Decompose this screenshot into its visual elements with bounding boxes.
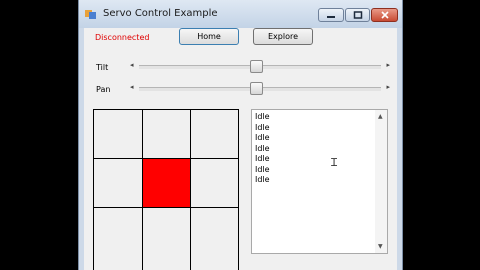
vertical-scrollbar[interactable]: ▲ ▼ [375, 110, 387, 253]
close-icon [380, 11, 389, 19]
maximize-button[interactable] [345, 8, 370, 22]
scroll-down-icon[interactable]: ▼ [378, 243, 383, 250]
grid-line [190, 109, 191, 270]
scroll-up-icon[interactable]: ▲ [378, 113, 383, 120]
app-window: Servo Control Example Disconnected Home … [78, 0, 403, 270]
scroll-right-icon[interactable]: ▸ [386, 61, 390, 69]
list-item[interactable]: Idle [255, 144, 270, 155]
list-item[interactable]: Idle [255, 123, 270, 134]
explore-button[interactable]: Explore [253, 28, 313, 45]
grid-line [93, 109, 239, 110]
grid-line [93, 207, 239, 208]
connection-status: Disconnected [95, 33, 150, 42]
active-cell[interactable] [143, 159, 190, 207]
tilt-label: Tilt [96, 63, 109, 72]
list-item[interactable]: Idle [255, 175, 270, 186]
tilt-slider[interactable]: ◂ ▸ [129, 60, 391, 74]
log-items: Idle Idle Idle Idle Idle Idle Idle [255, 112, 270, 186]
grid-line [238, 109, 239, 270]
log-listbox[interactable]: Idle Idle Idle Idle Idle Idle Idle Ɪ ▲ ▼ [251, 109, 388, 254]
grid-line [93, 109, 94, 270]
list-item[interactable]: Idle [255, 112, 270, 123]
scroll-right-icon[interactable]: ▸ [386, 83, 390, 91]
text-cursor-icon: Ɪ [331, 156, 338, 169]
position-grid[interactable] [93, 109, 239, 270]
grid-line [142, 109, 143, 270]
scroll-left-icon[interactable]: ◂ [130, 83, 134, 91]
close-button[interactable] [371, 8, 398, 22]
tilt-thumb[interactable] [250, 60, 263, 73]
list-item[interactable]: Idle [255, 133, 270, 144]
scroll-left-icon[interactable]: ◂ [130, 61, 134, 69]
minimize-icon [327, 16, 335, 18]
window-title: Servo Control Example [103, 8, 218, 19]
grid-line [93, 158, 239, 159]
list-item[interactable]: Idle [255, 154, 270, 165]
app-icon [85, 10, 96, 19]
pan-thumb[interactable] [250, 82, 263, 95]
pan-label: Pan [96, 85, 111, 94]
home-button[interactable]: Home [179, 28, 239, 45]
maximize-icon [353, 11, 362, 19]
title-bar[interactable]: Servo Control Example [79, 0, 402, 28]
list-item[interactable]: Idle [255, 165, 270, 176]
pan-slider[interactable]: ◂ ▸ [129, 82, 391, 96]
client-area: Disconnected Home Explore Tilt ◂ ▸ Pan ◂… [84, 28, 397, 270]
minimize-button[interactable] [318, 8, 344, 22]
